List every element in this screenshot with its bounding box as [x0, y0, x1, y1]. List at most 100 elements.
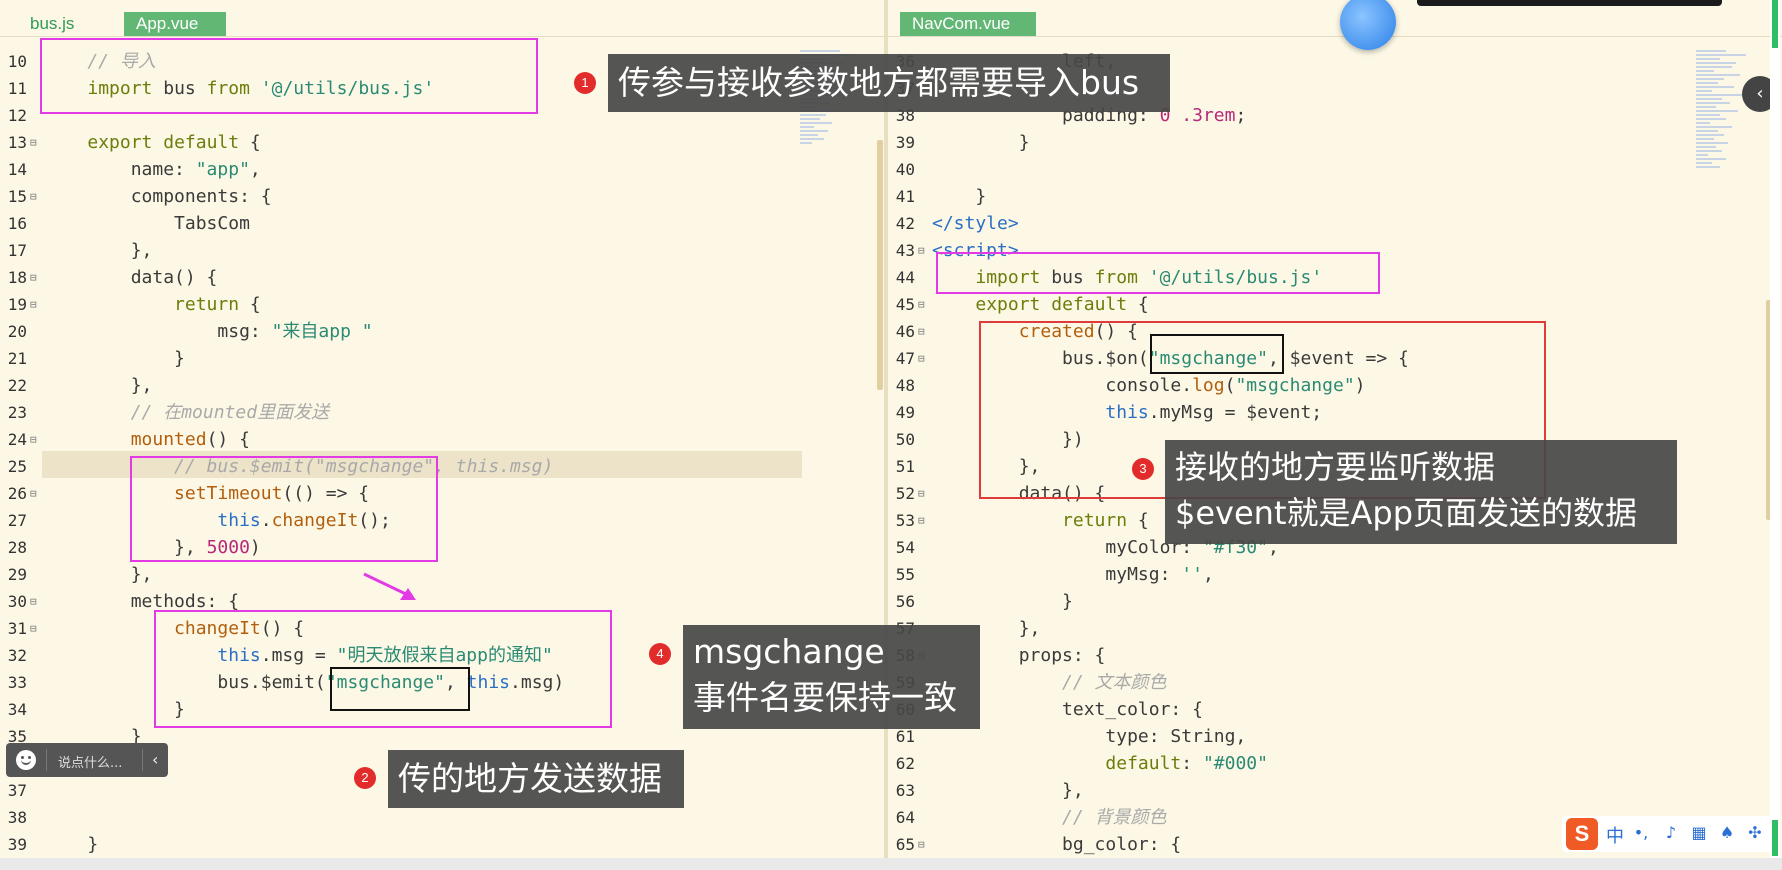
note-import-bus: 传参与接收参数地方都需要导入bus [608, 54, 1170, 112]
code-line[interactable]: 56 } [888, 588, 1782, 615]
line-number: 20 [7, 322, 27, 341]
chat-placeholder[interactable]: 说点什么... [58, 752, 122, 771]
code-line[interactable]: 58⊟ props: { [888, 642, 1782, 669]
code-line[interactable]: 20 msg: "来自app " [0, 318, 885, 345]
tab-app-vue[interactable]: App.vue [124, 12, 226, 36]
punctuation-icon[interactable]: •, [1632, 824, 1650, 842]
line-number: 25 [7, 457, 27, 476]
code-line[interactable]: 18 ⊟ data() { [0, 264, 885, 291]
code-line[interactable]: 17 }, [0, 237, 885, 264]
mic-icon[interactable]: ♪ [1662, 824, 1680, 842]
code-line[interactable]: 61 type: String, [888, 723, 1782, 750]
fold-toggle-icon[interactable]: ⊟ [918, 507, 925, 534]
fold-toggle-icon[interactable]: ⊟ [918, 291, 925, 318]
chat-separator [46, 749, 47, 771]
code-line[interactable]: 39 } [0, 831, 885, 858]
line-number: 34 [7, 700, 27, 719]
tab-bus-js[interactable]: bus.js [18, 12, 86, 36]
pointer-arrow-icon [363, 572, 416, 600]
code-text: }, [932, 780, 1084, 801]
code-line[interactable]: 38 [0, 804, 885, 831]
shirt-icon[interactable]: ♠ [1718, 824, 1736, 842]
note-event-name: msgchange 事件名要保持一致 [683, 625, 980, 729]
code-line[interactable]: 59 // 文本颜色 [888, 669, 1782, 696]
fold-toggle-icon[interactable]: ⊟ [30, 291, 37, 318]
fold-toggle-icon[interactable]: ⊟ [30, 426, 37, 453]
code-line[interactable]: 42 </style> [888, 210, 1782, 237]
code-line[interactable]: 13 ⊟ export default { [0, 129, 885, 156]
chat-input-bar[interactable]: 说点什么... ‹ [6, 743, 168, 777]
code-line[interactable]: 14 name: "app", [0, 156, 885, 183]
line-number: 21 [7, 349, 27, 368]
fold-toggle-icon[interactable]: ⊟ [918, 318, 925, 345]
code-line[interactable]: 23 // 在mounted里面发送 [0, 399, 885, 426]
code-text: // 背景颜色 [932, 807, 1167, 828]
code-text: } [932, 591, 1073, 612]
line-number: 62 [895, 754, 915, 773]
code-text: } [932, 132, 1030, 153]
fold-toggle-icon[interactable]: ⊟ [918, 480, 925, 507]
line-number: 50 [895, 430, 915, 449]
line-number: 53 [895, 511, 915, 530]
code-line[interactable]: 15 ⊟ components: { [0, 183, 885, 210]
code-line[interactable]: 40 [888, 156, 1782, 183]
code-line[interactable]: 45 ⊟ export default { [888, 291, 1782, 318]
line-number: 33 [7, 673, 27, 692]
line-number: 31 [7, 619, 27, 638]
chat-collapse-icon[interactable]: ‹ [152, 750, 158, 769]
ime-language-toggle[interactable]: 中 [1606, 822, 1624, 848]
fold-toggle-icon[interactable]: ⊟ [918, 237, 925, 264]
fold-toggle-icon[interactable]: ⊟ [30, 615, 37, 642]
code-line[interactable]: 39 } [888, 129, 1782, 156]
line-number: 14 [7, 160, 27, 179]
grid-icon[interactable]: ✣ [1746, 824, 1764, 842]
code-text: data() { [44, 267, 218, 288]
code-text: }, [44, 564, 153, 585]
code-line[interactable]: 57 }, [888, 615, 1782, 642]
sogou-logo-icon[interactable]: S [1566, 818, 1598, 850]
note-badge-1: 1 [574, 72, 596, 94]
fold-toggle-icon[interactable]: ⊟ [918, 345, 925, 372]
import-highlight-box-left [40, 38, 538, 114]
line-number: 30 [7, 592, 27, 611]
line-number: 11 [7, 79, 27, 98]
note-receive-line1: 接收的地方要监听数据 [1175, 448, 1496, 486]
fold-toggle-icon[interactable]: ⊟ [30, 480, 37, 507]
line-number: 26 [7, 484, 27, 503]
code-text: }, [44, 375, 153, 396]
code-line[interactable]: 60 text_color: { [888, 696, 1782, 723]
line-number: 40 [895, 160, 915, 179]
right-minimap[interactable] [1696, 48, 1756, 170]
ime-toolbar[interactable]: S 中 •, ♪ ▦ ♠ ✣ [1562, 816, 1776, 852]
fold-toggle-icon[interactable]: ⊟ [30, 183, 37, 210]
line-number: 64 [895, 808, 915, 827]
code-line[interactable]: 29 }, [0, 561, 885, 588]
line-number: 46 [895, 322, 915, 341]
note-event-line1: msgchange [693, 632, 885, 671]
code-line[interactable]: 22 }, [0, 372, 885, 399]
left-scroll-thumb[interactable] [877, 140, 883, 390]
tab-navcom-vue[interactable]: NavCom.vue [900, 12, 1036, 36]
event-name-box-right [1150, 334, 1284, 374]
code-line[interactable]: 55 myMsg: '', [888, 561, 1782, 588]
emit-highlight-box [130, 456, 438, 562]
smile-icon[interactable] [16, 750, 36, 770]
code-line[interactable]: 19 ⊟ return { [0, 291, 885, 318]
code-line[interactable]: 24 ⊟ mounted() { [0, 426, 885, 453]
code-line[interactable]: 16 TabsCom [0, 210, 885, 237]
page-scrollbar[interactable] [1770, 0, 1780, 858]
code-text: } [44, 834, 99, 855]
code-line[interactable]: 63 }, [888, 777, 1782, 804]
keyboard-icon[interactable]: ▦ [1690, 824, 1708, 842]
line-number: 45 [895, 295, 915, 314]
line-number: 63 [895, 781, 915, 800]
fold-toggle-icon[interactable]: ⊟ [30, 264, 37, 291]
fold-toggle-icon[interactable]: ⊟ [30, 588, 37, 615]
fold-toggle-icon[interactable]: ⊟ [918, 831, 925, 858]
line-number: 51 [895, 457, 915, 476]
fold-toggle-icon[interactable]: ⊟ [30, 129, 37, 156]
code-text: return { [174, 294, 261, 315]
code-line[interactable]: 62 default: "#000" [888, 750, 1782, 777]
code-line[interactable]: 21 } [0, 345, 885, 372]
code-line[interactable]: 41 } [888, 183, 1782, 210]
